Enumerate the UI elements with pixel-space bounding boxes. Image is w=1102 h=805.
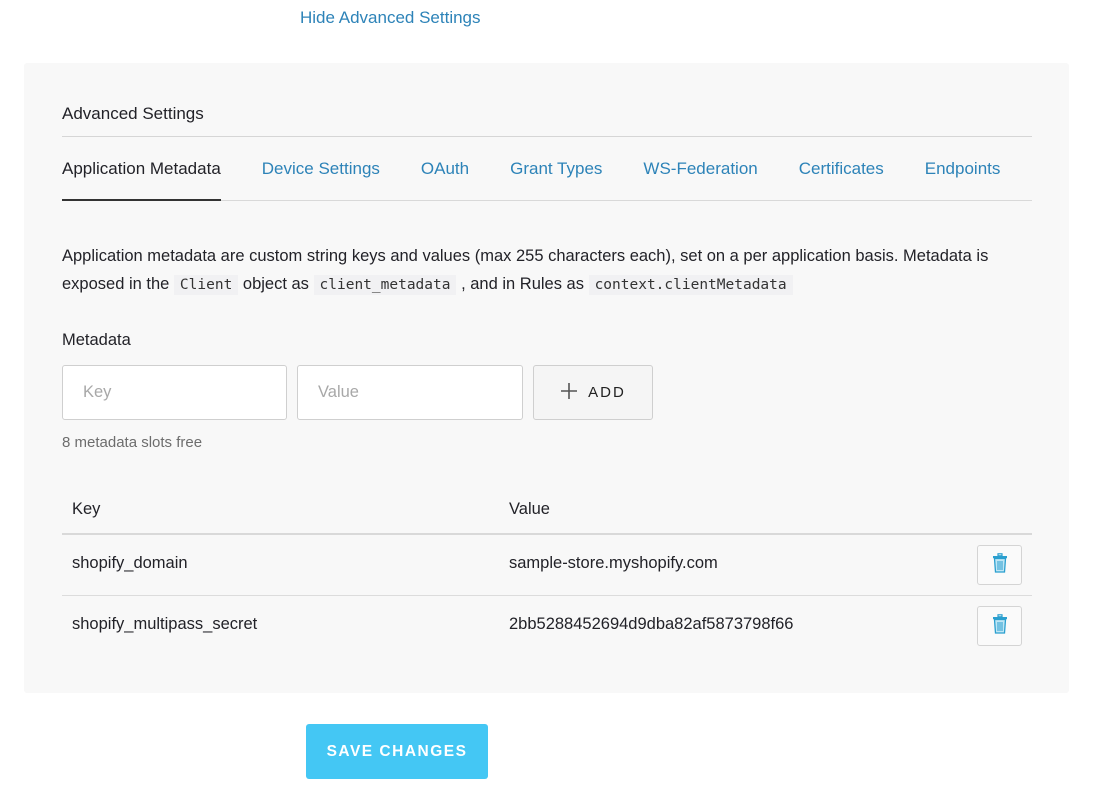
- tab-device-settings[interactable]: Device Settings: [262, 137, 380, 200]
- code-client: Client: [173, 275, 239, 295]
- row-value: sample-store.myshopify.com: [509, 554, 718, 572]
- row-key: shopify_multipass_secret: [72, 615, 258, 633]
- tab-bar: Application Metadata Device Settings OAu…: [62, 137, 1032, 201]
- tab-application-metadata[interactable]: Application Metadata: [62, 137, 221, 201]
- description-text: , and in Rules as: [456, 275, 589, 293]
- table-row: shopify_domain sample-store.myshopify.co…: [62, 535, 1032, 596]
- row-key: shopify_domain: [72, 554, 188, 572]
- advanced-settings-panel: Advanced Settings Application Metadata D…: [24, 63, 1069, 693]
- tab-ws-federation[interactable]: WS-Federation: [643, 137, 757, 200]
- plus-icon: [560, 381, 578, 405]
- section-title: Advanced Settings: [62, 104, 204, 123]
- code-context-client-metadata: context.clientMetadata: [588, 275, 793, 295]
- column-header-key: Key: [72, 500, 101, 518]
- description-text: object as: [238, 275, 314, 293]
- metadata-description: Application metadata are custom string k…: [62, 242, 1037, 299]
- tab-grant-types[interactable]: Grant Types: [510, 137, 602, 200]
- delete-row-button[interactable]: [977, 545, 1022, 585]
- trash-icon: [992, 613, 1008, 639]
- tab-endpoints[interactable]: Endpoints: [925, 137, 1001, 200]
- metadata-value-input[interactable]: [297, 365, 523, 420]
- metadata-table: Key Value shopify_domain sample-store.my…: [62, 488, 1032, 657]
- metadata-label: Metadata: [62, 331, 131, 349]
- tab-certificates[interactable]: Certificates: [799, 137, 884, 200]
- hide-advanced-settings-link[interactable]: Hide Advanced Settings: [300, 8, 481, 28]
- add-button-label: ADD: [588, 384, 626, 401]
- trash-icon: [992, 552, 1008, 578]
- column-header-value: Value: [509, 500, 550, 518]
- code-client-metadata: client_metadata: [313, 275, 457, 295]
- delete-row-button[interactable]: [977, 606, 1022, 646]
- table-row: shopify_multipass_secret 2bb5288452694d9…: [62, 596, 1032, 657]
- save-changes-button[interactable]: SAVE CHANGES: [306, 724, 488, 779]
- add-metadata-button[interactable]: ADD: [533, 365, 653, 420]
- table-header: Key Value: [62, 488, 1032, 535]
- tab-oauth[interactable]: OAuth: [421, 137, 469, 200]
- metadata-key-input[interactable]: [62, 365, 287, 420]
- slots-free-text: 8 metadata slots free: [62, 434, 203, 451]
- row-value: 2bb5288452694d9dba82af5873798f66: [509, 615, 794, 633]
